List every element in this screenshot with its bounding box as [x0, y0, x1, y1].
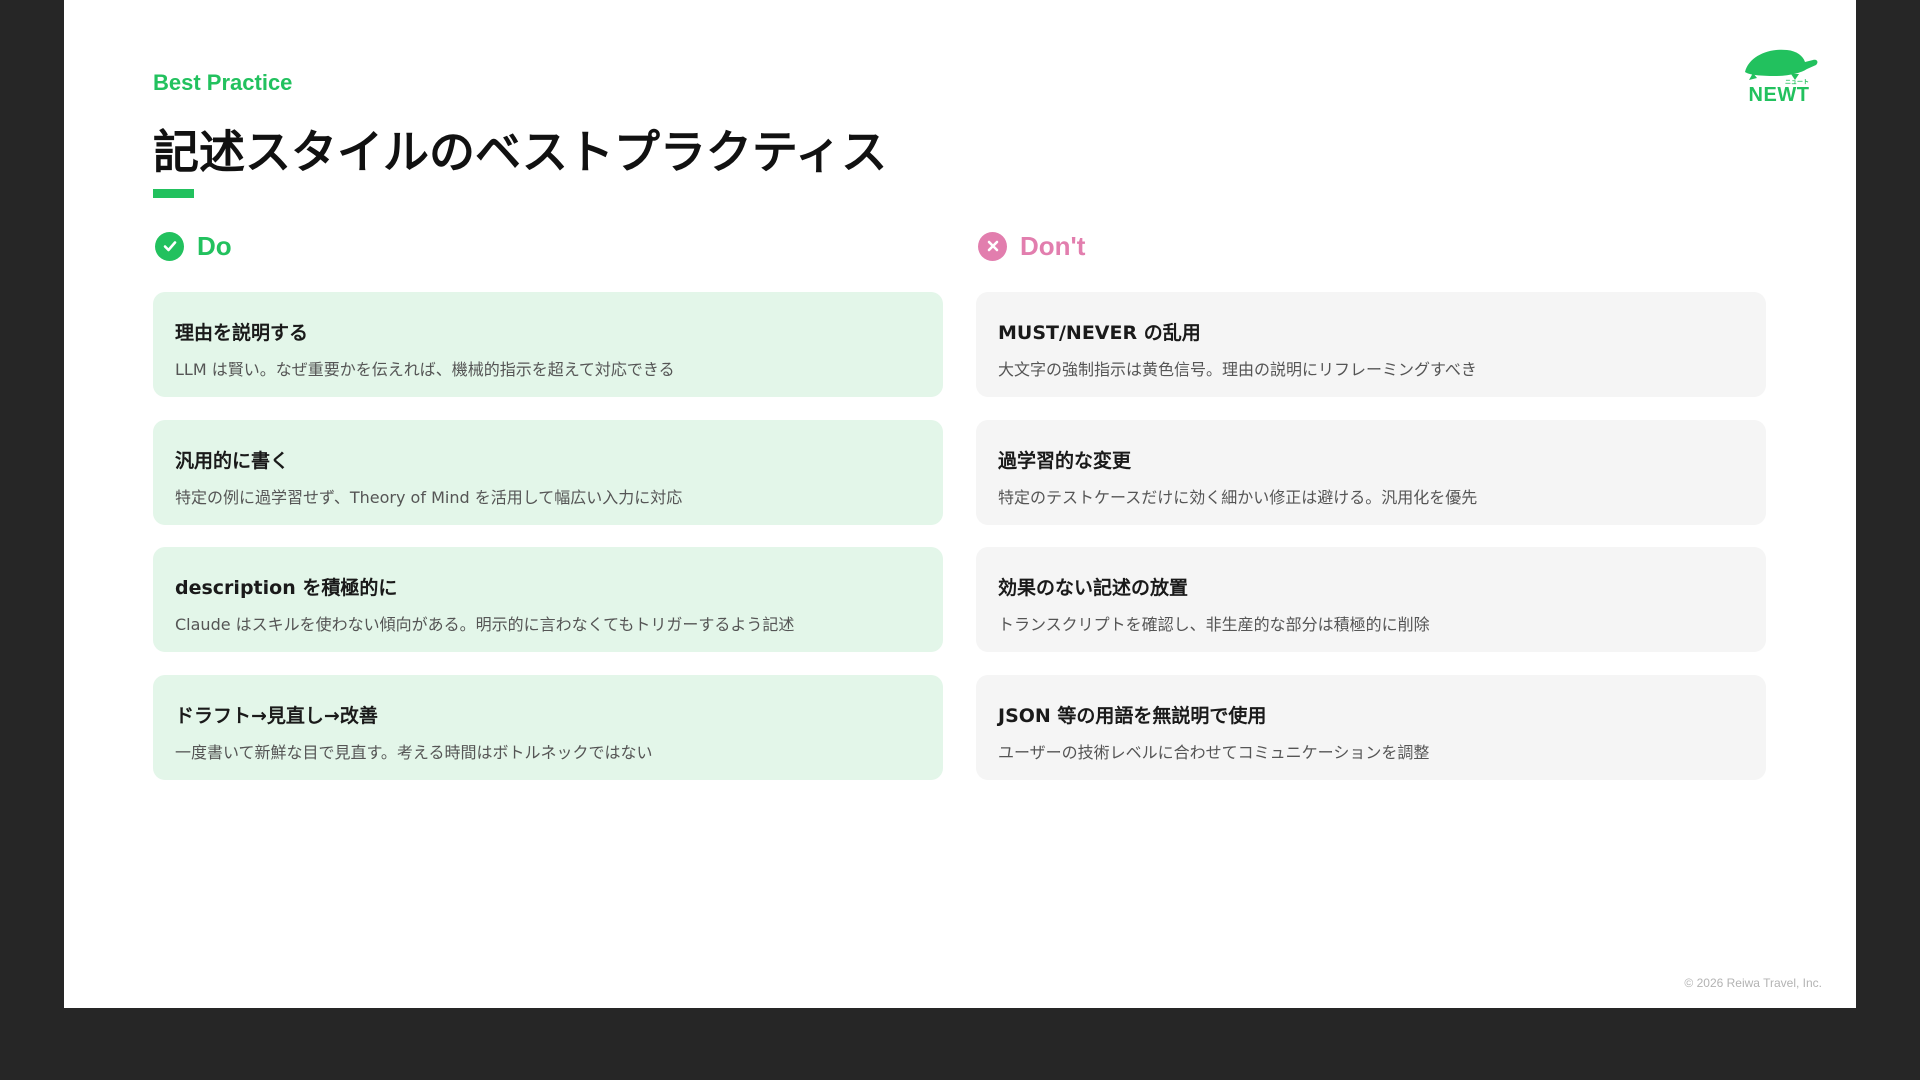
- card-description: 特定の例に過学習せず、Theory of Mind を活用して幅広い入力に対応: [175, 488, 683, 507]
- card-title: 汎用的に書く: [175, 450, 290, 472]
- dont-card: 過学習的な変更 特定のテストケースだけに効く細かい修正は避ける。汎用化を優先: [976, 420, 1766, 525]
- slide: Best Practice 記述スタイルのベストプラクティス NEWT ニュート…: [64, 0, 1856, 1008]
- do-card: description を積極的に Claude はスキルを使わない傾向がある。…: [153, 547, 943, 652]
- card-title: ドラフト→見直し→改善: [175, 705, 378, 727]
- card-title: MUST/NEVER の乱用: [998, 322, 1201, 344]
- dont-card: JSON 等の用語を無説明で使用 ユーザーの技術レベルに合わせてコミュニケーショ…: [976, 675, 1766, 780]
- card-description: 大文字の強制指示は黄色信号。理由の説明にリフレーミングすべき: [998, 360, 1477, 379]
- newt-logo: NEWT ニュート: [1739, 42, 1819, 108]
- do-column-header: Do: [155, 228, 232, 264]
- logo-small-text: ニュート: [1785, 79, 1810, 86]
- do-heading: Do: [197, 230, 232, 261]
- card-description: 特定のテストケースだけに効く細かい修正は避ける。汎用化を優先: [998, 488, 1478, 507]
- card-title: 理由を説明する: [175, 322, 309, 344]
- card-description: Claude はスキルを使わない傾向がある。明示的に言わなくてもトリガーするよう…: [175, 615, 795, 634]
- dont-card: MUST/NEVER の乱用 大文字の強制指示は黄色信号。理由の説明にリフレーミ…: [976, 292, 1766, 397]
- eyebrow-label: Best Practice: [153, 70, 293, 95]
- do-card: 汎用的に書く 特定の例に過学習せず、Theory of Mind を活用して幅広…: [153, 420, 943, 525]
- card-title: description を積極的に: [175, 577, 398, 599]
- turtle-icon: [1745, 49, 1818, 80]
- logo-wordmark: NEWT: [1748, 84, 1810, 106]
- dont-heading: Don't: [1020, 230, 1086, 261]
- do-card: ドラフト→見直し→改善 一度書いて新鮮な目で見直す。考える時間はボトルネックでは…: [153, 675, 943, 780]
- card-title: 過学習的な変更: [998, 450, 1132, 472]
- card-description: 一度書いて新鮮な目で見直す。考える時間はボトルネックではない: [175, 743, 653, 762]
- card-title: 効果のない記述の放置: [998, 577, 1189, 599]
- card-title: JSON 等の用語を無説明で使用: [998, 705, 1267, 727]
- copyright-footer: © 2026 Reiwa Travel, Inc.: [1684, 976, 1822, 990]
- page-title: 記述スタイルのベストプラクティス: [153, 125, 888, 179]
- dont-column-header: Don't: [978, 228, 1085, 264]
- card-description: トランスクリプトを確認し、非生産的な部分は積極的に削除: [998, 615, 1430, 634]
- title-underline: [153, 189, 194, 198]
- do-card: 理由を説明する LLM は賢い。なぜ重要かを伝えれば、機械的指示を超えて対応でき…: [153, 292, 943, 397]
- card-description: ユーザーの技術レベルに合わせてコミュニケーションを調整: [998, 743, 1430, 762]
- dont-card: 効果のない記述の放置 トランスクリプトを確認し、非生産的な部分は積極的に削除: [976, 547, 1766, 652]
- check-circle-icon: [155, 231, 184, 261]
- x-circle-icon: [978, 231, 1007, 261]
- card-description: LLM は賢い。なぜ重要かを伝えれば、機械的指示を超えて対応できる: [175, 360, 675, 379]
